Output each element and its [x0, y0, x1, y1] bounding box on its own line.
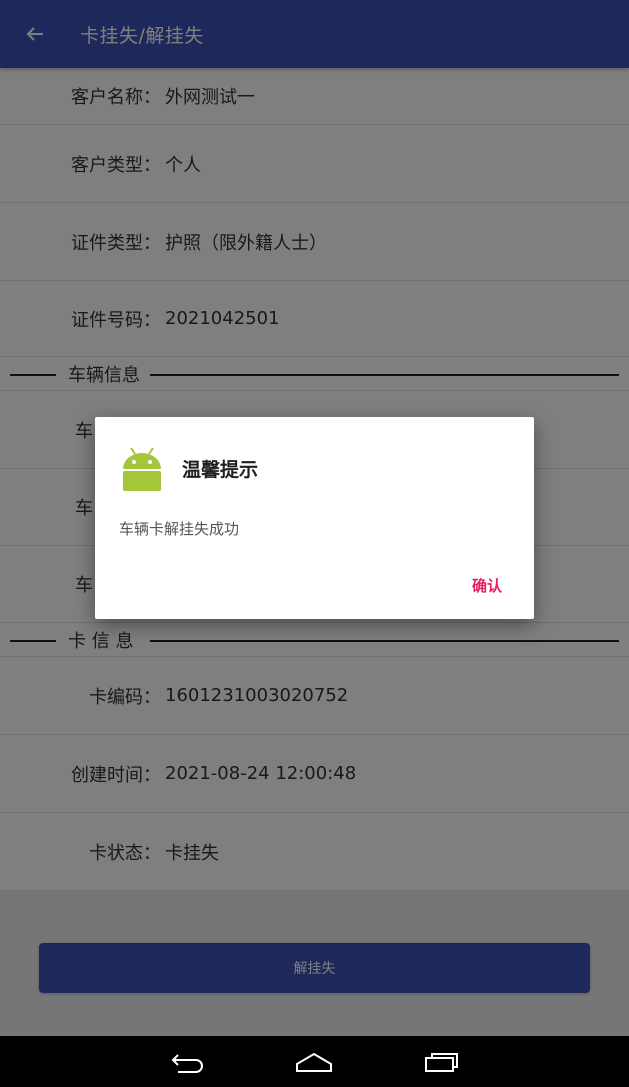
nav-back-button[interactable] [153, 1036, 223, 1087]
alert-dialog: 温馨提示 车辆卡解挂失成功 确认 [95, 417, 534, 619]
dialog-title: 温馨提示 [182, 459, 259, 481]
nav-recents-button[interactable] [406, 1036, 476, 1087]
android-icon [123, 447, 161, 491]
home-nav-icon [296, 1052, 332, 1072]
back-nav-icon [171, 1053, 203, 1073]
nav-home-button[interactable] [279, 1036, 349, 1087]
confirm-button[interactable]: 确认 [468, 573, 506, 598]
recents-nav-icon [425, 1052, 458, 1072]
system-nav-bar [0, 1036, 629, 1087]
screen: 卡挂失/解挂失 客户名称： 外网测试一 客户类型： 个人 证件类型： 护照（限外… [0, 0, 629, 1087]
dialog-message: 车辆卡解挂失成功 [119, 520, 240, 538]
